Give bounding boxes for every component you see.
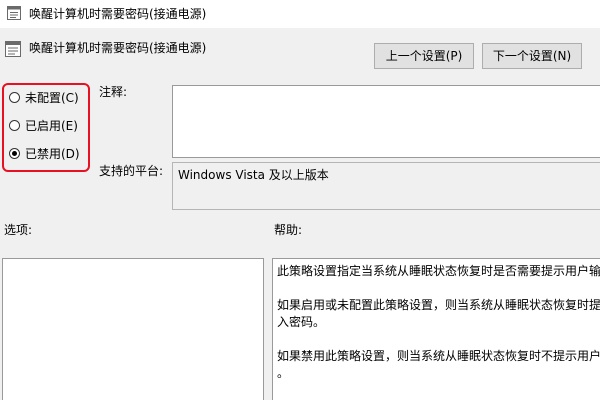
policy-setting-icon xyxy=(7,6,21,20)
options-label: 选项: xyxy=(4,223,33,237)
radio-enabled[interactable]: 已启用(E) xyxy=(9,117,78,133)
supported-platform-label: 支持的平台: xyxy=(99,164,164,178)
radio-button-selected-icon[interactable] xyxy=(9,147,20,159)
options-panel xyxy=(2,258,264,400)
policy-editor-window: 唤醒计算机时需要密码(接通电源) 唤醒计算机时需要密码(接通电源) 上一个设置(… xyxy=(0,0,600,400)
help-line: 如果禁用此策略设置，则当系统从睡眠状态恢复时不提示用户 xyxy=(277,349,600,363)
comment-textarea[interactable] xyxy=(172,85,600,158)
comment-label: 注释: xyxy=(99,85,128,99)
help-line: 如果启用或未配置此策略设置，则当系统从睡眠状态恢复时提 xyxy=(277,298,600,312)
help-paragraph: 如果启用或未配置此策略设置，则当系统从睡眠状态恢复时提 入密码。 xyxy=(277,297,600,331)
radio-button-icon[interactable] xyxy=(9,91,20,103)
help-label: 帮助: xyxy=(274,223,303,237)
title-bar: 唤醒计算机时需要密码(接通电源) xyxy=(0,0,600,28)
next-setting-button[interactable]: 下一个设置(N) xyxy=(482,43,582,69)
policy-title: 唤醒计算机时需要密码(接通电源) xyxy=(29,41,207,55)
previous-setting-button[interactable]: 上一个设置(P) xyxy=(374,43,474,69)
policy-setting-icon xyxy=(5,41,21,57)
radio-not-configured[interactable]: 未配置(C) xyxy=(9,89,79,105)
help-line: 入密码。 xyxy=(277,315,326,329)
radio-label: 未配置(C) xyxy=(25,90,79,105)
help-paragraph: 此策略设置指定当系统从睡眠状态恢复时是否需要提示用户输 xyxy=(277,263,600,280)
help-line: 此策略设置指定当系统从睡眠状态恢复时是否需要提示用户输 xyxy=(277,264,600,278)
supported-platform-value: Windows Vista 及以上版本 xyxy=(172,162,600,210)
help-line: 。 xyxy=(277,366,290,380)
state-radio-group: 未配置(C) 已启用(E) 已禁用(D) xyxy=(2,83,90,172)
radio-label: 已禁用(D) xyxy=(25,146,80,161)
radio-label: 已启用(E) xyxy=(25,118,78,133)
radio-button-icon[interactable] xyxy=(9,119,20,131)
help-panel: 此策略设置指定当系统从睡眠状态恢复时是否需要提示用户输 如果启用或未配置此策略设… xyxy=(272,258,600,400)
radio-disabled[interactable]: 已禁用(D) xyxy=(9,145,80,161)
window-title: 唤醒计算机时需要密码(接通电源) xyxy=(29,7,207,21)
help-paragraph: 如果禁用此策略设置，则当系统从睡眠状态恢复时不提示用户 。 xyxy=(277,348,600,382)
